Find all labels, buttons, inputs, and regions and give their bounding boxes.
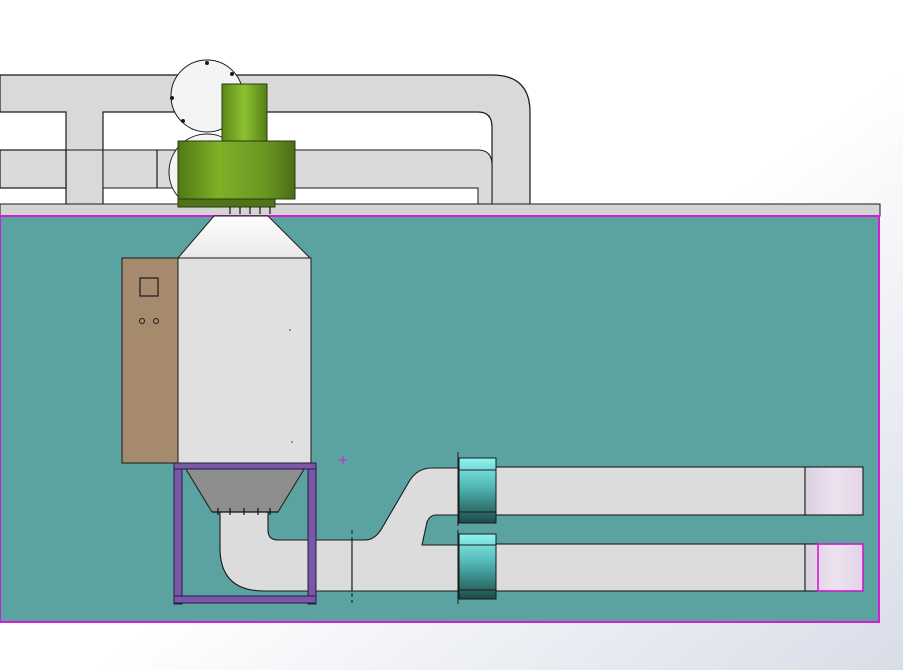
dust-collector[interactable] [177,257,312,464]
upper-branch-duct[interactable] [494,466,806,516]
control-cabinet[interactable] [121,257,179,464]
inline-fan-lower[interactable] [457,530,497,604]
wall-top-ledge [0,203,881,217]
lower-outlet[interactable] [804,543,864,592]
assembly-drawing [0,0,903,670]
lower-branch-duct[interactable] [494,543,806,592]
inline-fan-upper[interactable] [457,452,497,526]
collector-marker [289,329,291,331]
upper-outlet[interactable] [804,466,864,516]
cad-viewport[interactable] [0,0,903,670]
collector-marker [291,441,293,443]
